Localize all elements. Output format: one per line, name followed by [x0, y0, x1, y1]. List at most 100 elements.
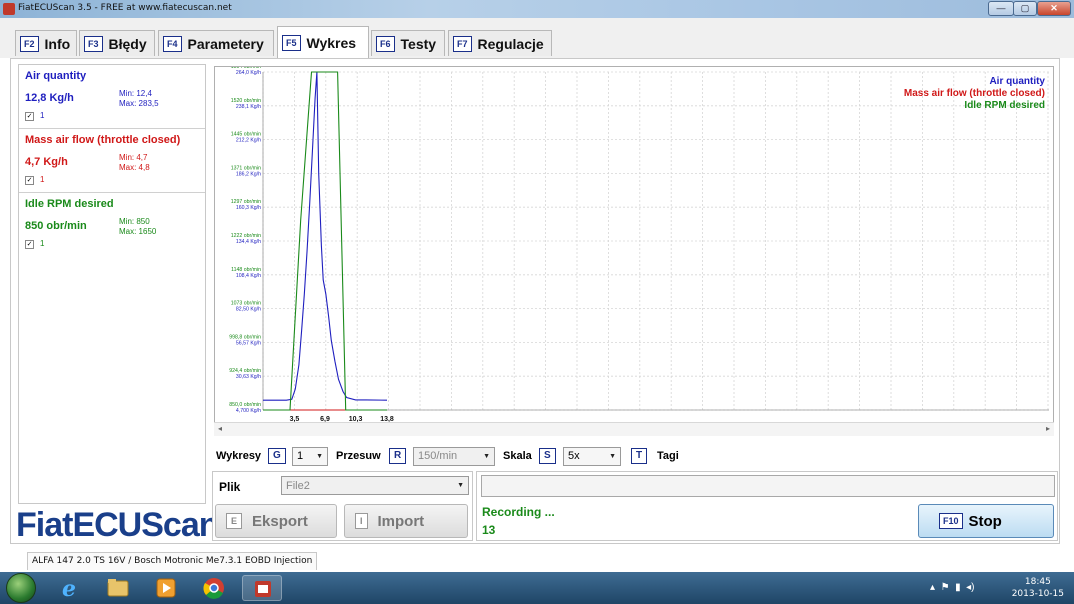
tab-label: Parametery: [187, 35, 264, 52]
svg-text:e: e: [62, 576, 76, 601]
tab-testy[interactable]: F6 Testy: [371, 30, 445, 56]
skala-key[interactable]: S: [539, 448, 556, 464]
series-min: Min: 4,7: [119, 153, 148, 162]
tab-label: Błędy: [108, 35, 147, 52]
legend-entry: Air quantity: [989, 76, 1045, 87]
export-button[interactable]: E Eksport: [215, 504, 337, 538]
tagi-label[interactable]: Tagi: [657, 450, 679, 462]
skala-key-wrap: S: [539, 446, 556, 466]
przesuw-select-wrap: 150/min ▼: [413, 446, 495, 466]
series-min: Min: 12,4: [119, 89, 152, 98]
tab-bar: F2 Info F3 Błędy F4 Parametery F5 Wykres…: [0, 18, 1074, 58]
file-label: Plik: [219, 480, 241, 494]
przesuw-label: Przesuw: [336, 450, 381, 462]
y-tick-label-kgh: 212,2 Kg/h: [236, 138, 261, 144]
przesuw-select[interactable]: 150/min ▼: [413, 446, 495, 466]
wykresy-key[interactable]: G: [268, 448, 286, 464]
tab-parametery[interactable]: F4 Parametery: [158, 30, 274, 56]
wykresy-label: Wykresy: [216, 450, 262, 462]
scroll-right-icon[interactable]: ▸: [1046, 424, 1050, 433]
y-tick-label-kgh: 160,3 Kg/h: [236, 205, 261, 211]
status-field: [481, 475, 1055, 497]
tagi-key-wrap: T: [631, 446, 648, 466]
clock-time: 18:45: [1024, 577, 1051, 587]
wykresy-select-wrap: 1 ▼: [292, 446, 328, 466]
tab-key: F2: [20, 35, 39, 52]
recording-count: 13: [482, 523, 496, 537]
wykresy-select[interactable]: 1 ▼: [292, 446, 328, 466]
tab-label: Testy: [400, 35, 437, 52]
series-name: Idle RPM desired: [25, 198, 114, 210]
series-checkbox[interactable]: ✓: [25, 176, 34, 185]
ie-icon[interactable]: e: [50, 575, 90, 602]
chrome-icon[interactable]: [194, 575, 234, 601]
app-icon: [3, 3, 15, 15]
file-select[interactable]: File2 ▼: [281, 476, 469, 495]
series-name: Air quantity: [25, 70, 87, 82]
minimize-button[interactable]: —: [988, 1, 1014, 16]
chart-scrollbar[interactable]: ◂ ▸: [214, 422, 1054, 436]
tab-wykres[interactable]: F5 Wykres: [277, 26, 369, 58]
stop-key: F10: [939, 513, 963, 529]
skala-select[interactable]: 5x ▼: [563, 446, 621, 466]
tab-key: F5: [282, 34, 301, 51]
chevron-down-icon: ▼: [316, 452, 323, 460]
przesuw-value: 150/min: [418, 450, 458, 462]
series-item-idle-rpm[interactable]: Idle RPM desired 850 obr/min Min: 850 Ma…: [19, 193, 205, 257]
status-panel: Recording ... 13 F10 Stop: [476, 471, 1058, 541]
series-line: [263, 71, 388, 401]
chevron-down-icon: ▼: [483, 452, 490, 460]
tab-key: F4: [163, 35, 182, 52]
tagi-control: Tagi: [657, 446, 679, 466]
folder-icon[interactable]: [98, 575, 138, 601]
import-button[interactable]: I Import: [344, 504, 468, 538]
export-key: E: [226, 513, 243, 529]
car-info: ALFA 147 2.0 TS 16V / Bosch Motronic Me7…: [27, 552, 318, 570]
tagi-key[interactable]: T: [631, 448, 648, 464]
series-max: Max: 283,5: [119, 99, 159, 108]
tab-key: F6: [376, 35, 395, 52]
y-tick-label-kgh: 134,4 Kg/h: [236, 239, 261, 245]
tab-bledy[interactable]: F3 Błędy: [79, 30, 155, 56]
chart-area: 850,0 obr/min 4,700 Kg/h 924,4 obr/min 30,6…: [214, 66, 1054, 436]
y-tick-label-kgh: 186,2 Kg/h: [236, 171, 261, 177]
series-value: 12,8 Kg/h: [25, 92, 74, 104]
app-logo: FiatECUScan: [16, 506, 219, 544]
recording-status: Recording ...: [482, 505, 555, 519]
series-checkbox[interactable]: ✓: [25, 112, 34, 121]
series-item-air-quantity[interactable]: Air quantity 12,8 Kg/h Min: 12,4 Max: 28…: [19, 65, 205, 129]
maximize-button[interactable]: ▢: [1013, 1, 1037, 16]
tab-info[interactable]: F2 Info: [15, 30, 77, 56]
file-value: File2: [286, 479, 310, 492]
przesuw-key[interactable]: R: [389, 448, 407, 464]
series-item-mass-air-flow[interactable]: Mass air flow (throttle closed) 4,7 Kg/h…: [19, 129, 205, 193]
tray-icons[interactable]: ▴ ⚑ ▮ ◂): [930, 582, 975, 593]
skala-select-wrap: 5x ▼: [563, 446, 621, 466]
tab-key: F7: [453, 35, 472, 52]
scroll-left-icon[interactable]: ◂: [218, 424, 222, 433]
stop-button[interactable]: F10 Stop: [918, 504, 1054, 538]
series-checkbox[interactable]: ✓: [25, 240, 34, 249]
series-max: Max: 1650: [119, 227, 157, 236]
stop-label: Stop: [968, 512, 1002, 530]
media-player-icon[interactable]: [146, 575, 186, 601]
tab-label: Wykres: [306, 34, 357, 51]
close-button[interactable]: ✕: [1037, 1, 1071, 16]
series-value: 850 obr/min: [25, 220, 87, 232]
legend-entry: Idle RPM desired: [964, 100, 1045, 111]
przesuw-control: Przesuw: [336, 446, 381, 466]
start-orb-icon[interactable]: [6, 573, 36, 603]
y-tick-label-kgh: 108,4 Kg/h: [236, 273, 261, 279]
series-min: Min: 850: [119, 217, 150, 226]
clock[interactable]: 18:45 2013-10-15: [1012, 576, 1064, 600]
y-tick-label-kgh: 82,50 Kg/h: [236, 307, 261, 313]
taskbar: e ▴ ⚑ ▮ ◂) 18:45 2013-10-15: [0, 572, 1074, 604]
skala-value: 5x: [568, 450, 580, 462]
wykresy-key-wrap: G: [268, 446, 286, 466]
chevron-down-icon: ▼: [609, 452, 616, 460]
fiatecuscan-taskbar-icon[interactable]: [242, 575, 282, 601]
chart-svg: 850,0 obr/min4,700 Kg/h924,4 obr/min30,6…: [229, 67, 1049, 423]
series-number: 1: [40, 111, 45, 120]
wykresy-control: Wykresy: [216, 446, 261, 466]
tab-regulacje[interactable]: F7 Regulacje: [448, 30, 552, 56]
